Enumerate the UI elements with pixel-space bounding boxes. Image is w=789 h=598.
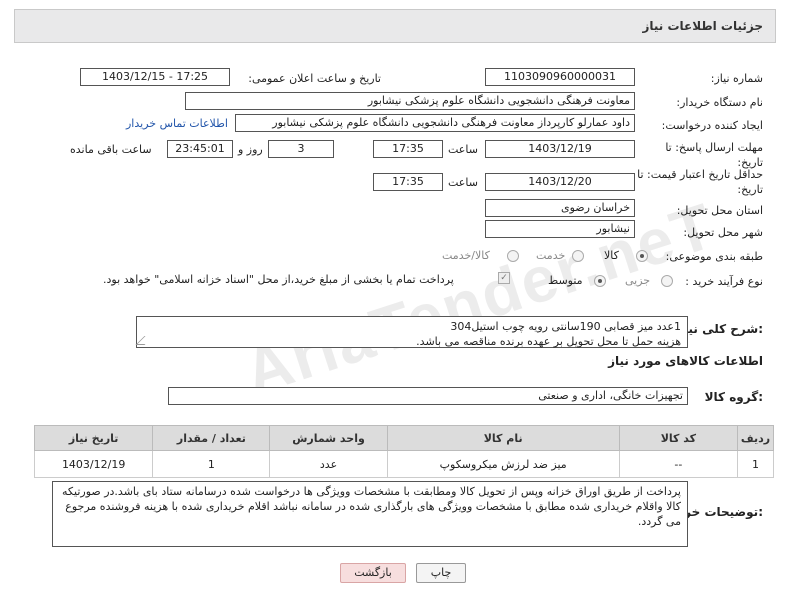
announce-label: تاریخ و ساعت اعلان عمومی: (248, 72, 381, 85)
cell-item-code: -- (618, 450, 739, 478)
province-label: استان محل تحویل: (676, 204, 763, 217)
category-option-goods: کالا (604, 249, 619, 262)
days-label: روز و (238, 143, 263, 156)
need-number-field[interactable]: 1103090960000031 (485, 68, 635, 86)
validity-label: حداقل تاریخ اعتبار قیمت: تا (637, 168, 763, 181)
process-option-medium: متوسط (548, 274, 583, 287)
page-title: جزئیات اطلاعات نیاز (642, 19, 763, 33)
deadline-label: مهلت ارسال پاسخ: تا (665, 141, 763, 154)
cell-need-date: 1403/12/19 (33, 450, 154, 478)
deadline-time-label: ساعت (448, 143, 478, 156)
treasury-checkbox[interactable]: ✓ (498, 272, 510, 284)
validity-time-field[interactable]: 17:35 (373, 173, 443, 191)
buyer-notes-textarea[interactable]: پرداخت از طریق اوراق خزانه وپس از تحویل … (52, 481, 688, 547)
back-button[interactable]: بازگشت (340, 563, 406, 583)
remaining-label: ساعت باقی مانده (70, 143, 152, 156)
watermark: AriaTender.neT (235, 189, 724, 409)
category-radio-goods-service[interactable] (507, 250, 519, 262)
cell-unit: عدد (269, 450, 388, 478)
deadline-date-field[interactable]: 1403/12/19 (485, 140, 635, 158)
province-field[interactable]: خراسان رضوی (485, 199, 635, 217)
goods-info-title: اطلاعات کالاهای مورد نیاز (608, 354, 763, 368)
col-item-code: کد کالا (618, 425, 739, 451)
need-number-label: شماره نیاز: (710, 72, 763, 85)
payment-note: پرداخت تمام یا بخشی از مبلغ خرید،از محل … (103, 273, 454, 286)
print-button[interactable]: چاپ (416, 563, 466, 583)
validity-date-field[interactable]: 1403/12/20 (485, 173, 635, 191)
description-line-2: هزینه حمل تا محل تحویل بر عهده برنده منا… (416, 335, 681, 348)
process-radio-medium[interactable] (594, 275, 606, 287)
col-unit: واحد شمارش (269, 425, 388, 451)
deadline-time-field[interactable]: 17:35 (373, 140, 443, 158)
process-radio-minor[interactable] (661, 275, 673, 287)
description-textarea[interactable]: 1عدد میز قصابی 190سانتی رویه چوب استیل30… (135, 316, 688, 348)
category-option-goods-service: کالا/خدمت (442, 249, 490, 262)
col-item-name: نام کالا (386, 425, 620, 451)
validity-time-label: ساعت (448, 176, 478, 189)
description-label: شرح کلی نیاز: (677, 322, 763, 336)
creator-field[interactable]: داود عمارلو کارپرداز معاونت فرهنگی دانشج… (235, 114, 635, 132)
cell-row-number: 1 (737, 450, 774, 478)
process-option-minor: جزیی (625, 274, 651, 287)
goods-group-field[interactable]: تجهیزات خانگی، اداری و صنعتی (168, 387, 688, 405)
items-table: تاریخ نیاز تعداد / مقدار واحد شمارش واحد… (33, 425, 774, 478)
category-radio-goods[interactable] (636, 250, 648, 262)
creator-label: ایجاد کننده درخواست: (661, 119, 763, 132)
process-label: نوع فرآیند خرید : (685, 275, 763, 288)
buyer-org-field[interactable]: معاونت فرهنگی دانشجویی دانشگاه علوم پزشک… (185, 92, 635, 110)
category-option-service: خدمت (536, 249, 566, 262)
announce-field[interactable]: 1403/12/15 - 17:25 (80, 68, 230, 86)
remaining-time-field[interactable]: 23:45:01 (167, 140, 233, 158)
col-row: ردیف (737, 425, 774, 451)
col-need-date: تاریخ نیاز (33, 425, 154, 451)
category-label: طبقه بندی موضوعی: (665, 250, 763, 263)
city-field[interactable]: نیشابور (485, 220, 635, 238)
contact-info-link[interactable]: اطلاعات تماس خریدار (126, 117, 228, 130)
buyer-notes-text: پرداخت از طریق اوراق خزانه وپس از تحویل … (62, 485, 681, 528)
page-header: جزئیات اطلاعات نیاز (14, 9, 776, 43)
table-row[interactable]: 1403/12/19 1 عدد میز ضد لرزش میکروسکوپ -… (33, 450, 774, 478)
validity-label-2: تاریخ: (737, 183, 763, 196)
cell-item-name: میز ضد لرزش میکروسکوپ (386, 450, 620, 478)
city-label: شهر محل تحویل: (683, 226, 763, 239)
table-header-row: تاریخ نیاز تعداد / مقدار واحد شمارش واحد… (33, 425, 774, 451)
col-quantity: تعداد / مقدار (152, 425, 271, 451)
cell-quantity: 1 (152, 450, 271, 478)
days-count-field[interactable]: 3 (268, 140, 334, 158)
description-line-1: 1عدد میز قصابی 190سانتی رویه چوب استیل30… (450, 320, 681, 333)
category-radio-service[interactable] (572, 250, 584, 262)
buyer-org-label: نام دستگاه خریدار: (676, 96, 763, 109)
goods-group-label: گروه کالا: (704, 390, 763, 404)
